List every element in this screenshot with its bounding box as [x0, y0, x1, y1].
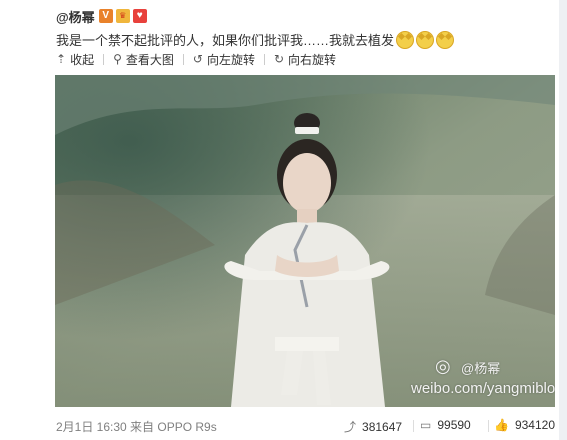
comment-icon: ▭ — [420, 418, 432, 432]
heart-icon[interactable]: ♥ — [132, 9, 147, 23]
search-icon: ⚲ — [113, 52, 122, 66]
rotate-right-button[interactable]: ↻ 向右旋转 — [274, 51, 336, 68]
post-meta[interactable]: 2月1日 16:30 来自 OPPO R9s — [56, 418, 217, 435]
user-row: @杨幂 V ♛ ♥ — [56, 7, 150, 25]
left-margin — [0, 0, 16, 440]
rotate-right-label: 向右旋转 — [288, 52, 337, 67]
post-text: 我是一个禁不起批评的人，如果你们批评我……我就去植发 — [56, 33, 395, 48]
comment-count: 99590 — [437, 418, 471, 432]
repost-count: 381647 — [362, 419, 403, 434]
cat-emoji-icon — [416, 30, 435, 49]
image-toolbar: ⇡ 收起 ⚲ 查看大图 ↺ 向左旋转 ↻ 向右旋转 — [56, 51, 336, 67]
rotate-left-icon: ↺ — [192, 52, 203, 66]
footer-divider — [413, 420, 414, 432]
post-photo[interactable]: ◎ @杨幂 weibo.com/yangmiblog — [55, 75, 555, 407]
toolbar-divider — [182, 53, 184, 65]
toolbar-divider — [263, 53, 265, 65]
view-large-label: 查看大图 — [125, 52, 174, 67]
repost-button[interactable]: ⤴ 381647 — [344, 418, 402, 435]
thumbs-up-icon: 👍 — [494, 418, 509, 432]
repost-icon: ⤴ — [344, 420, 357, 434]
view-large-button[interactable]: ⚲ 查看大图 — [113, 51, 174, 68]
rotate-left-label: 向左旋转 — [206, 52, 255, 67]
weibo-post: @杨幂 V ♛ ♥ 我是一个禁不起批评的人，如果你们批评我……我就去植发 ⇡ 收… — [52, 0, 557, 440]
weibo-logo-icon: ◎ — [435, 356, 451, 376]
cat-emoji-icon — [396, 30, 415, 49]
cat-emoji-icon — [436, 30, 455, 49]
verified-v-icon[interactable]: V — [98, 9, 113, 23]
footer-divider — [488, 420, 489, 432]
post-text-row: 我是一个禁不起批评的人，如果你们批评我……我就去植发 — [56, 30, 455, 49]
rotate-left-button[interactable]: ↺ 向左旋转 — [193, 51, 255, 68]
toolbar-divider — [103, 53, 105, 65]
collapse-label: 收起 — [70, 52, 95, 67]
right-scroll-gutter — [559, 0, 567, 440]
vip-icon[interactable]: ♛ — [115, 9, 130, 23]
arrow-up-icon: ⇡ — [56, 52, 67, 66]
collapse-button[interactable]: ⇡ 收起 — [56, 51, 94, 68]
comment-button[interactable]: ▭ 99590 — [420, 418, 471, 432]
like-button[interactable]: 👍 934120 — [494, 418, 555, 432]
watermark-url: weibo.com/yangmiblog — [411, 380, 555, 397]
post-footer: 2月1日 16:30 来自 OPPO R9s ⤴ 381647 ▭ 99590 … — [56, 418, 556, 434]
watermark-handle: @杨幂 — [461, 361, 501, 376]
like-count: 934120 — [514, 418, 555, 432]
rotate-right-icon: ↻ — [273, 52, 285, 66]
username-link[interactable]: @杨幂 — [56, 7, 95, 26]
